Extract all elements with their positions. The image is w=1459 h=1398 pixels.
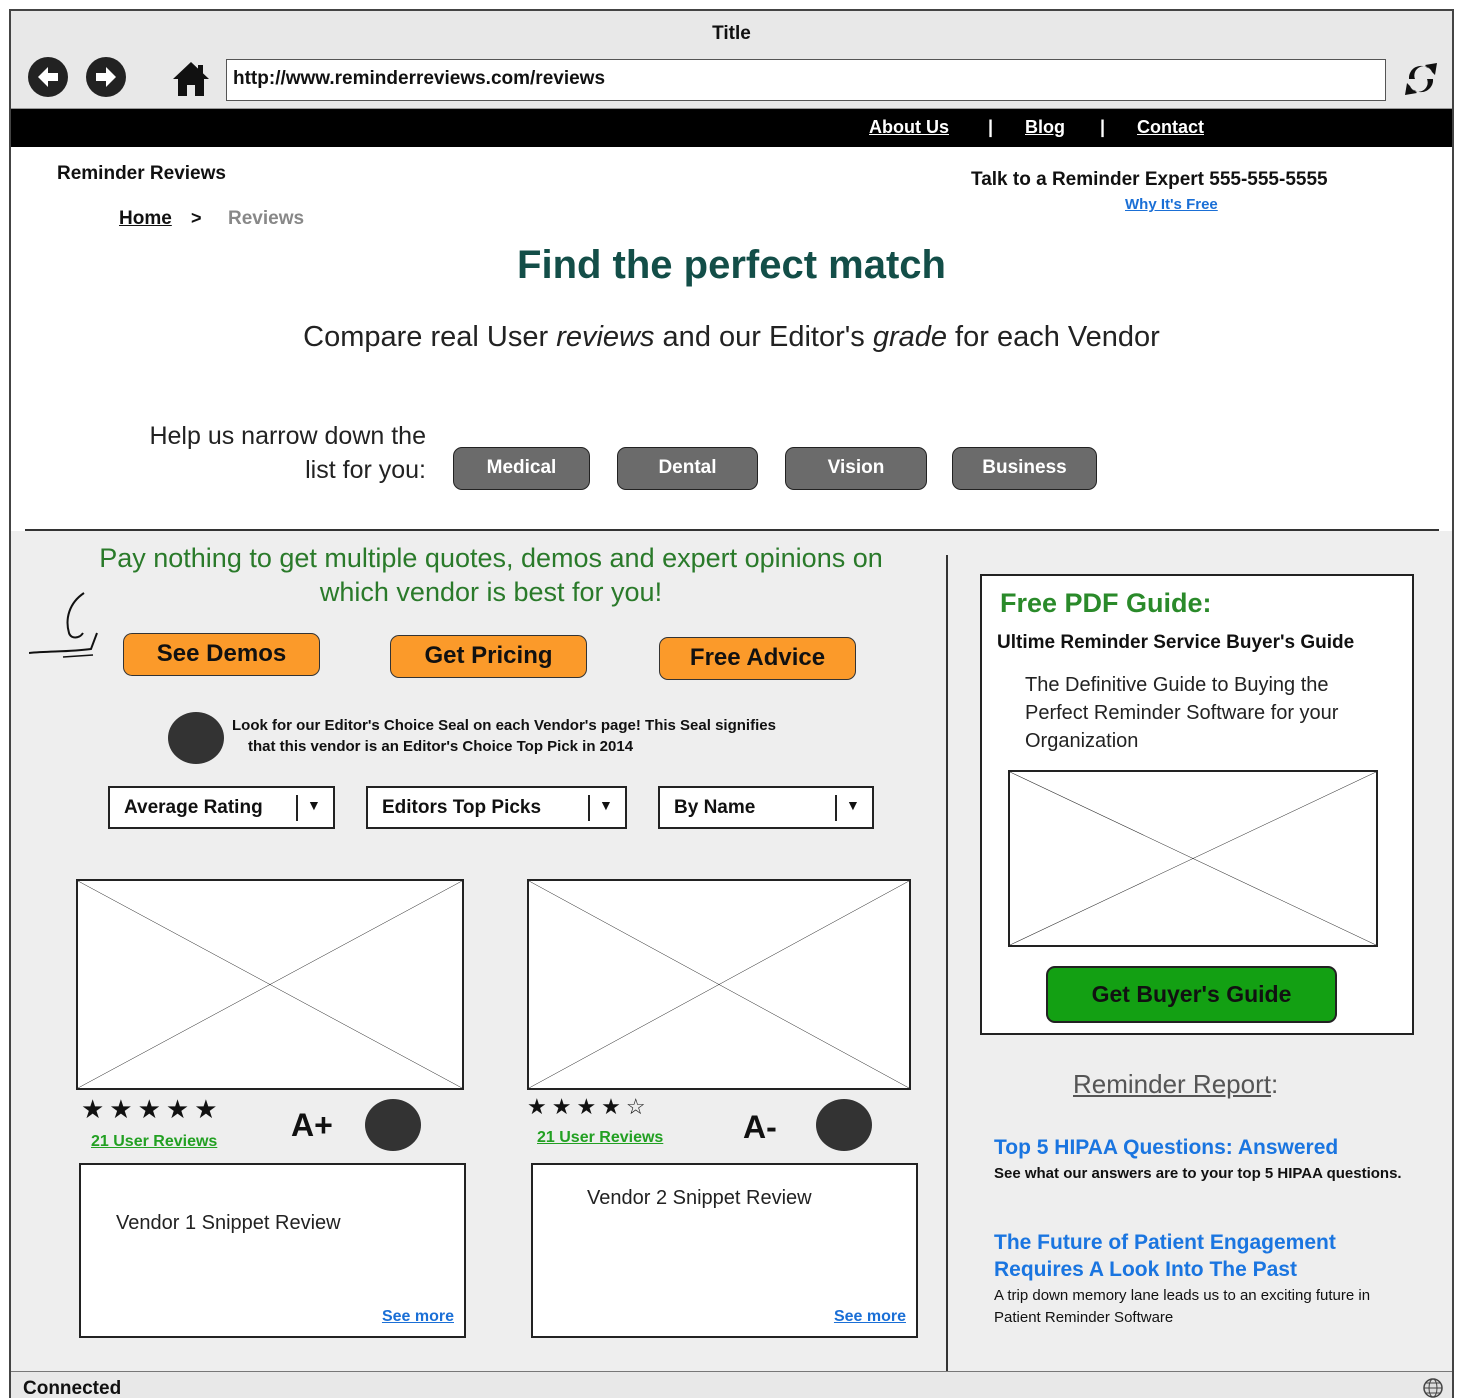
breadcrumb-separator: > [191, 208, 202, 228]
globe-icon [1422, 1377, 1444, 1398]
vendor-1-reviews-link[interactable]: 21 User Reviews [91, 1133, 217, 1151]
category-dental-button[interactable]: Dental [617, 447, 758, 490]
signature-icon [28, 589, 109, 674]
category-vision-button[interactable]: Vision [785, 447, 927, 490]
see-demos-button[interactable]: See Demos [123, 633, 320, 676]
title-bar: Title http://www.reminderreviews.com/rev… [11, 11, 1452, 109]
chevron-down-icon: ▼ [599, 797, 613, 813]
guide-title: Free PDF Guide: [1000, 588, 1212, 618]
nav-separator: | [988, 117, 994, 137]
editors-top-picks-select[interactable]: Editors Top Picks ▼ [366, 786, 627, 829]
reminder-report-heading[interactable]: Reminder Report: [1073, 1069, 1278, 1100]
chevron-down-icon: ▼ [307, 797, 321, 813]
vendor-1-seal-icon [365, 1099, 421, 1151]
snippet-text: Vendor 2 Snippet Review [587, 1187, 812, 1209]
vendor-2-image[interactable] [527, 879, 911, 1090]
guide-image [1008, 770, 1378, 947]
vendor-2-snippet: Vendor 2 Snippet Review See more [531, 1163, 918, 1338]
vendor-2-grade: A- [743, 1109, 777, 1145]
top-nav: About Us | Blog | Contact [11, 109, 1452, 147]
select-value: Average Rating [124, 797, 263, 818]
select-value: Editors Top Picks [382, 797, 542, 818]
vendor-1-snippet: Vendor 1 Snippet Review See more [79, 1163, 466, 1338]
vendor-2-see-more-link[interactable]: See more [834, 1308, 906, 1326]
breadcrumb-home[interactable]: Home [119, 208, 172, 230]
vendor-1-see-more-link[interactable]: See more [382, 1308, 454, 1326]
editors-choice-seal-icon [168, 712, 224, 764]
get-buyers-guide-button[interactable]: Get Buyer's Guide [1046, 966, 1337, 1023]
status-bar: Connected [11, 1371, 1452, 1398]
article-1-description: See what our answers are to your top 5 H… [994, 1165, 1402, 1182]
why-free-link[interactable]: Why It's Free [1125, 196, 1218, 213]
column-divider [946, 555, 948, 1373]
vendor-1-image[interactable] [76, 879, 464, 1090]
narrow-prompt: Help us narrow down the list for you: [149, 422, 426, 484]
breadcrumb-current: Reviews [228, 208, 305, 229]
status-text: Connected [23, 1378, 122, 1398]
seal-note: Look for our Editor's Choice Seal on eac… [232, 717, 776, 755]
snippet-text: Vendor 1 Snippet Review [116, 1212, 341, 1234]
average-rating-select[interactable]: Average Rating ▼ [108, 786, 335, 829]
article-2-title-link[interactable]: The Future of Patient Engagement Require… [994, 1229, 1354, 1283]
vendor-1-star-rating: ★★★★★ [81, 1094, 223, 1124]
arrow-left-icon [38, 67, 58, 87]
nav-contact[interactable]: Contact [1137, 117, 1204, 138]
category-business-button[interactable]: Business [952, 447, 1097, 490]
free-advice-button[interactable]: Free Advice [659, 637, 856, 680]
guide-description: The Definitive Guide to Buying the Perfe… [1025, 674, 1339, 752]
vendor-2-reviews-link[interactable]: 21 User Reviews [537, 1129, 663, 1147]
get-pricing-button[interactable]: Get Pricing [390, 635, 587, 678]
pdf-guide-box: Free PDF Guide: Ultime Reminder Service … [980, 574, 1414, 1035]
article-1-title-link[interactable]: Top 5 HIPAA Questions: Answered [994, 1134, 1394, 1161]
url-bar[interactable]: http://www.reminderreviews.com/reviews [226, 59, 1386, 101]
by-name-select[interactable]: By Name ▼ [658, 786, 874, 829]
nav-separator: | [1100, 117, 1106, 137]
refresh-icon[interactable] [1401, 57, 1441, 106]
nav-about-us[interactable]: About Us [869, 117, 949, 138]
window-title: Title [712, 23, 751, 44]
chevron-down-icon: ▼ [846, 797, 860, 813]
page-title: Find the perfect match [517, 243, 946, 287]
expert-phone: Talk to a Reminder Expert 555-555-5555 [971, 169, 1328, 190]
back-button[interactable] [28, 57, 68, 97]
category-medical-button[interactable]: Medical [453, 447, 590, 490]
arrow-right-icon [96, 67, 116, 87]
promo-text: Pay nothing to get multiple quotes, demo… [99, 543, 883, 607]
site-brand[interactable]: Reminder Reviews [57, 163, 226, 185]
forward-button[interactable] [86, 57, 126, 97]
home-icon[interactable] [171, 59, 211, 104]
article-2-description: A trip down memory lane leads us to an e… [994, 1287, 1371, 1326]
nav-blog[interactable]: Blog [1025, 117, 1065, 138]
select-value: By Name [674, 797, 756, 818]
vendor-2-seal-icon [816, 1099, 872, 1151]
page-subtitle: Compare real User reviews and our Editor… [303, 321, 1160, 353]
guide-subtitle: Ultime Reminder Service Buyer's Guide [997, 632, 1355, 653]
browser-window: Title http://www.reminderreviews.com/rev… [9, 9, 1454, 1398]
vendor-1-grade: A+ [291, 1107, 333, 1143]
vendor-2-star-rating: ★★★★☆ [527, 1094, 651, 1119]
